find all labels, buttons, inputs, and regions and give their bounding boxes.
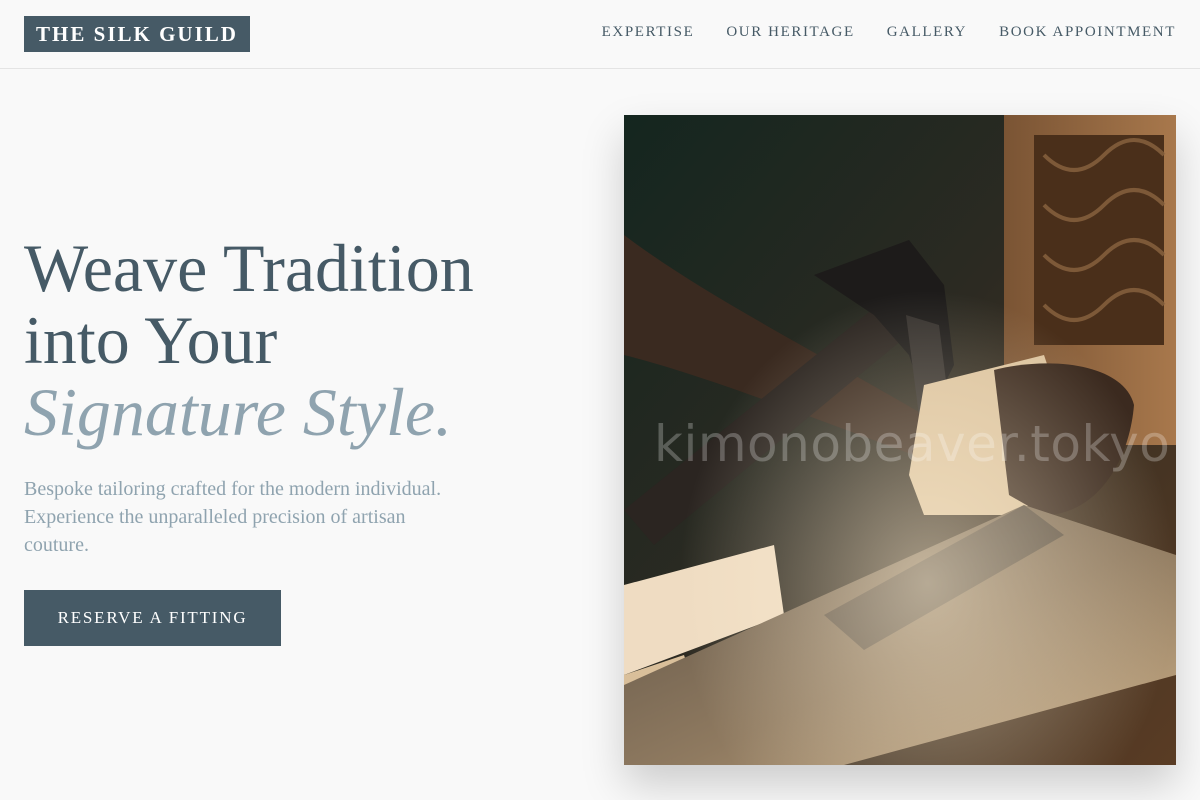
hero-title-line-1: Weave Tradition [24, 230, 474, 306]
nav-item-our-heritage[interactable]: OUR HERITAGE [726, 22, 854, 42]
site-header: THE SILK GUILD EXPERTISE OUR HERITAGE GA… [0, 0, 1200, 69]
brand-logo[interactable]: THE SILK GUILD [24, 16, 250, 52]
photo-watermark: kimonobeaver.tokyo [654, 415, 1171, 473]
hero-subtitle: Bespoke tailoring crafted for the modern… [24, 478, 442, 556]
reserve-fitting-button[interactable]: RESERVE A FITTING [24, 590, 281, 646]
hero-photo: kimonobeaver.tokyo [624, 115, 1176, 765]
hero-title-line-2: into Your [24, 302, 278, 378]
nav-item-expertise[interactable]: EXPERTISE [602, 22, 695, 42]
main-nav: EXPERTISE OUR HERITAGE GALLERY BOOK APPO… [602, 22, 1176, 42]
hero-title: Weave Tradition into Your Signature Styl… [24, 232, 474, 448]
nav-item-gallery[interactable]: GALLERY [887, 22, 967, 42]
hero-title-accent: Signature Style. [24, 374, 453, 450]
nav-item-book-appointment[interactable]: BOOK APPOINTMENT [999, 22, 1176, 42]
